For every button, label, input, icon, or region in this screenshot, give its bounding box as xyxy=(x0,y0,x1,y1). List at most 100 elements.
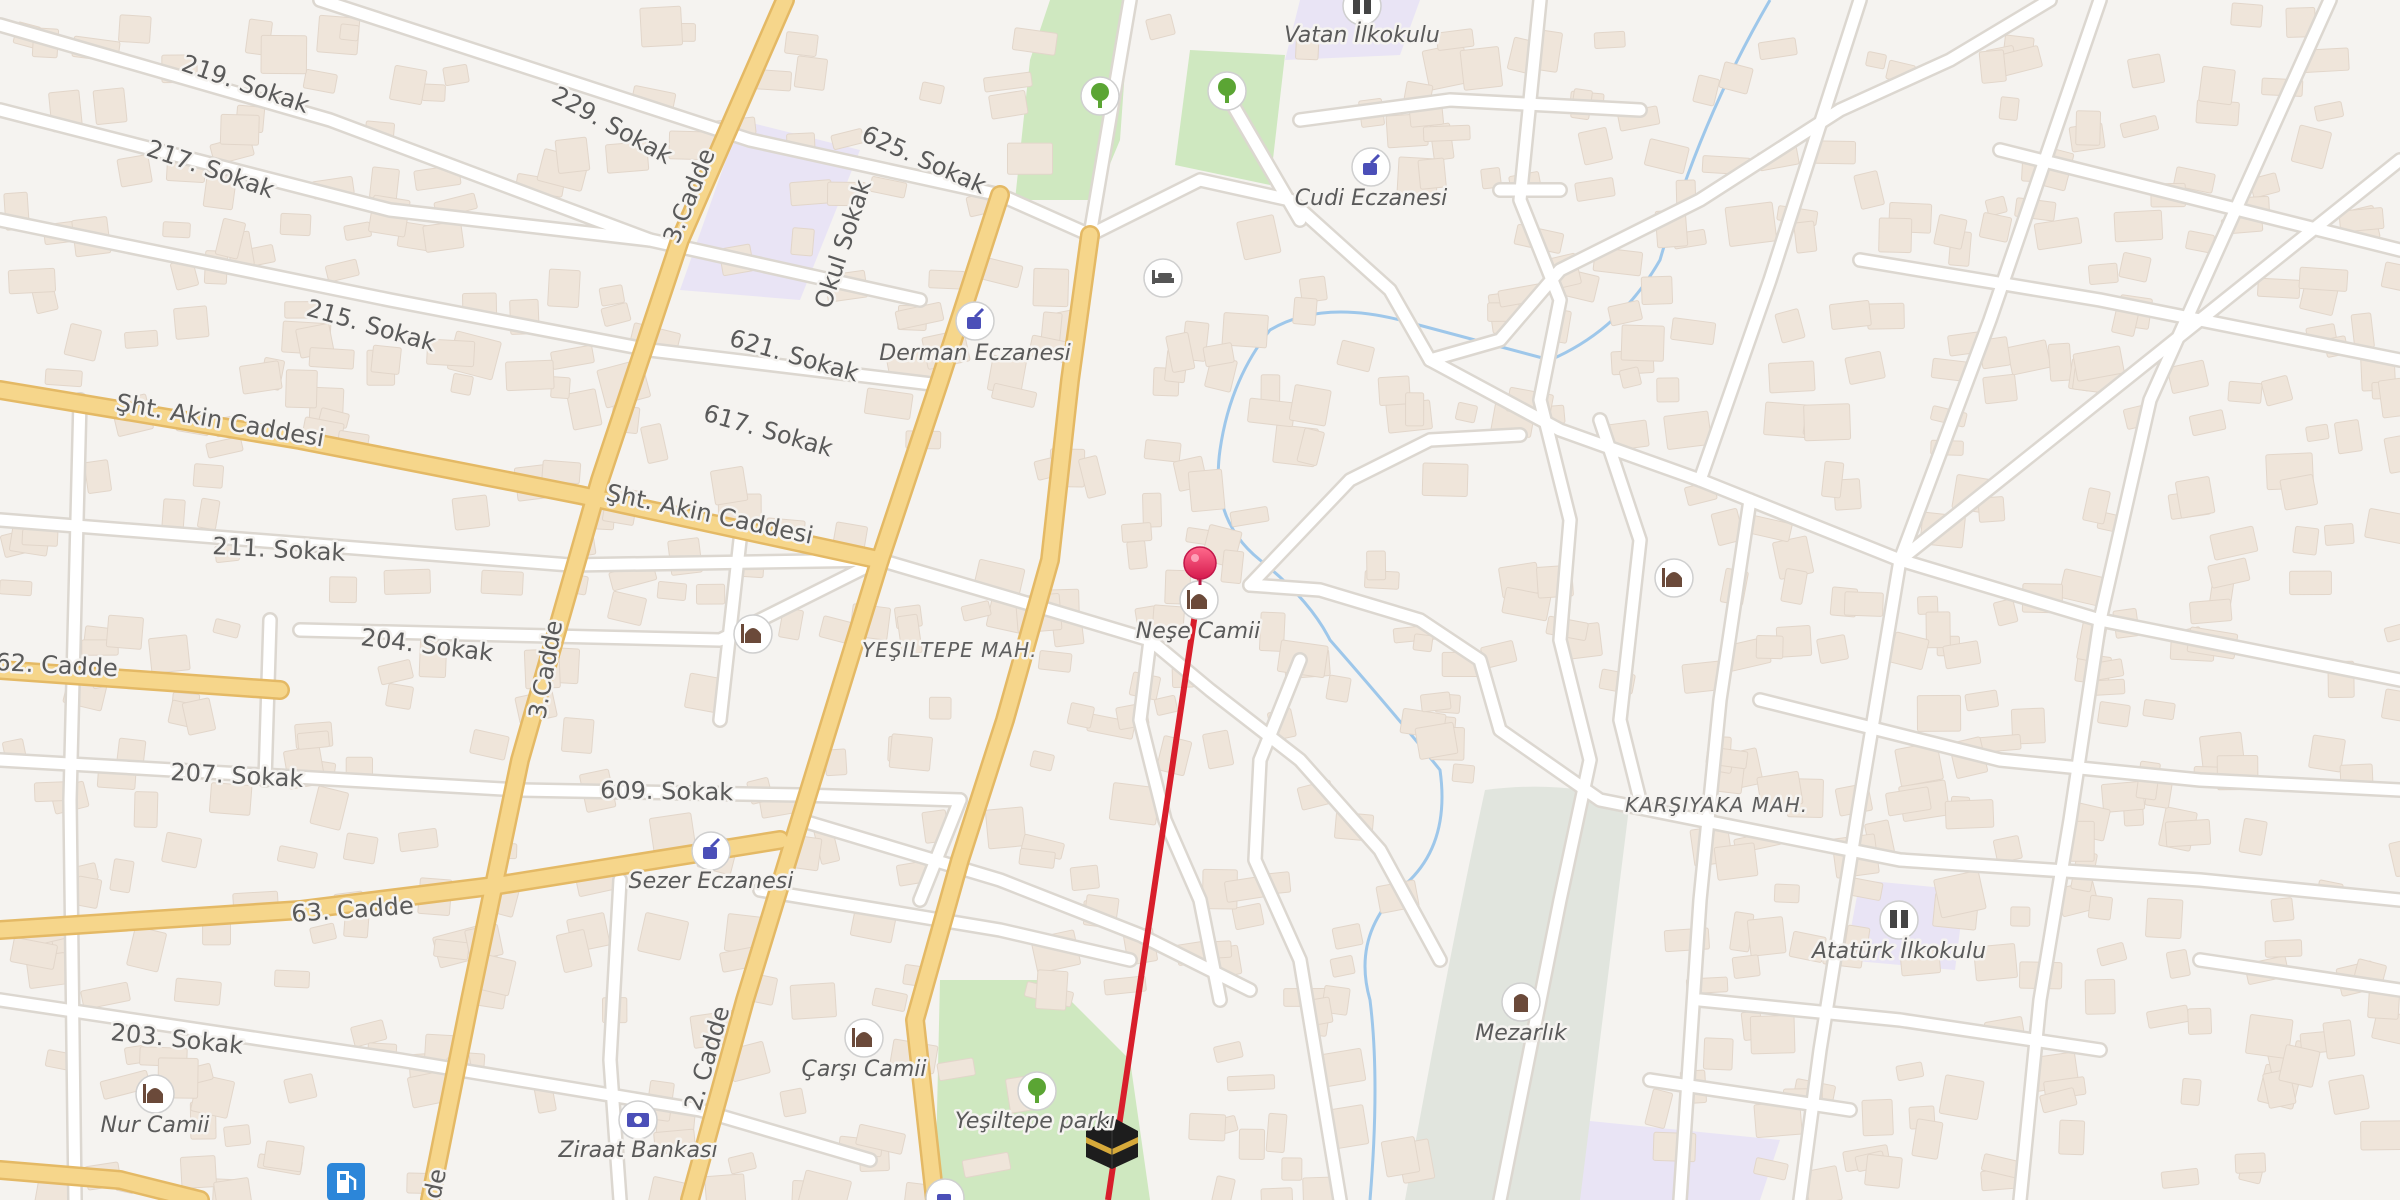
building xyxy=(339,23,360,42)
building xyxy=(148,634,191,674)
building xyxy=(1412,633,1434,653)
building xyxy=(1864,1153,1903,1189)
building xyxy=(1619,366,1642,389)
poi-label-sezer: Sezer Eczanesi xyxy=(629,869,794,894)
building xyxy=(2189,598,2233,625)
building xyxy=(1451,763,1476,784)
building xyxy=(328,576,358,604)
fuel-station-icon[interactable] xyxy=(327,1163,365,1200)
building xyxy=(1459,46,1503,91)
building xyxy=(1281,1157,1303,1181)
street-label-609: 609. Sokak xyxy=(600,776,734,806)
building xyxy=(1656,377,1680,403)
mosque-icon[interactable] xyxy=(844,1018,884,1058)
building xyxy=(2118,252,2152,283)
building xyxy=(1816,634,1849,664)
building xyxy=(2047,342,2073,382)
building xyxy=(1422,124,1471,143)
building xyxy=(2328,1074,2370,1115)
building xyxy=(1035,969,1069,1011)
building xyxy=(173,305,210,340)
mosque-icon[interactable] xyxy=(1179,580,1219,620)
building xyxy=(2087,894,2113,921)
building xyxy=(1288,384,1332,427)
building xyxy=(1143,439,1182,463)
map-canvas[interactable]: 219. Sokak 229. Sokak 217. Sokak 625. So… xyxy=(0,0,2400,1200)
park-tree-icon[interactable] xyxy=(1207,71,1247,111)
building xyxy=(1329,955,1356,978)
poi-label-yesiltepe-park: Yeşiltepe parkı xyxy=(955,1109,1115,1134)
building xyxy=(1829,299,1872,330)
pharmacy-icon[interactable] xyxy=(1351,147,1391,187)
building xyxy=(83,459,112,494)
building xyxy=(2084,978,2116,1015)
building xyxy=(984,806,1027,850)
building xyxy=(888,733,933,772)
building xyxy=(0,579,33,597)
mosque-icon[interactable] xyxy=(733,614,773,654)
building xyxy=(919,81,945,105)
poi-label-carsi: Çarşı Camii xyxy=(802,1057,927,1082)
building xyxy=(2230,2,2264,28)
mosque-icon[interactable] xyxy=(135,1074,175,1114)
building xyxy=(1861,1098,1894,1137)
building xyxy=(262,1140,305,1173)
building xyxy=(370,344,402,375)
building xyxy=(1749,1014,1796,1055)
building xyxy=(1007,142,1053,175)
cemetery-icon[interactable] xyxy=(1501,982,1541,1022)
mosque-icon[interactable] xyxy=(1654,558,1694,598)
building xyxy=(2257,277,2301,299)
building xyxy=(2160,1167,2200,1189)
building xyxy=(433,938,470,961)
poi-label-ziraat: Ziraat Bankası xyxy=(557,1138,717,1163)
building xyxy=(1933,214,1968,250)
building xyxy=(2164,819,2212,848)
building xyxy=(505,359,555,392)
building xyxy=(656,580,688,601)
building xyxy=(1982,373,2018,405)
school-icon[interactable] xyxy=(1879,900,1919,940)
building xyxy=(1878,217,1913,254)
building xyxy=(1037,650,1073,673)
building xyxy=(44,368,83,388)
building xyxy=(1821,460,1845,499)
building xyxy=(1911,1118,1944,1160)
building xyxy=(2360,1120,2400,1151)
building xyxy=(118,14,152,44)
building xyxy=(124,329,159,349)
building xyxy=(1325,674,1352,703)
pharmacy-icon[interactable] xyxy=(691,831,731,871)
building xyxy=(928,696,952,720)
hotel-icon[interactable] xyxy=(1143,258,1183,298)
poi-label-ataturk: Atatürk İlkokulu xyxy=(1810,938,1986,964)
building xyxy=(988,90,1029,120)
building xyxy=(92,87,128,126)
building xyxy=(1421,462,1469,497)
district-label-yesiltepe: YEŞILTEPE MAH. xyxy=(862,638,1037,662)
building xyxy=(285,369,318,409)
building xyxy=(1188,1112,1227,1142)
building xyxy=(1803,403,1852,442)
building xyxy=(1773,883,1800,904)
building xyxy=(369,166,400,201)
park-tree-icon[interactable] xyxy=(1017,1071,1057,1111)
building xyxy=(342,832,379,865)
building xyxy=(161,498,186,530)
building xyxy=(296,730,330,750)
building xyxy=(1260,1187,1294,1200)
building xyxy=(1998,96,2020,121)
poi-label-mezarlik: Mezarlık xyxy=(1475,1021,1568,1046)
building xyxy=(1187,468,1226,513)
building xyxy=(1865,51,1887,70)
building xyxy=(2305,423,2330,442)
building xyxy=(1702,1037,1734,1071)
building xyxy=(779,1087,807,1118)
bank-icon[interactable] xyxy=(618,1100,658,1140)
building xyxy=(2289,570,2332,596)
building xyxy=(2058,1119,2086,1156)
building xyxy=(2323,523,2355,546)
pharmacy-icon[interactable] xyxy=(955,301,995,341)
building xyxy=(2127,53,2166,89)
park-tree-icon[interactable] xyxy=(1080,76,1120,116)
